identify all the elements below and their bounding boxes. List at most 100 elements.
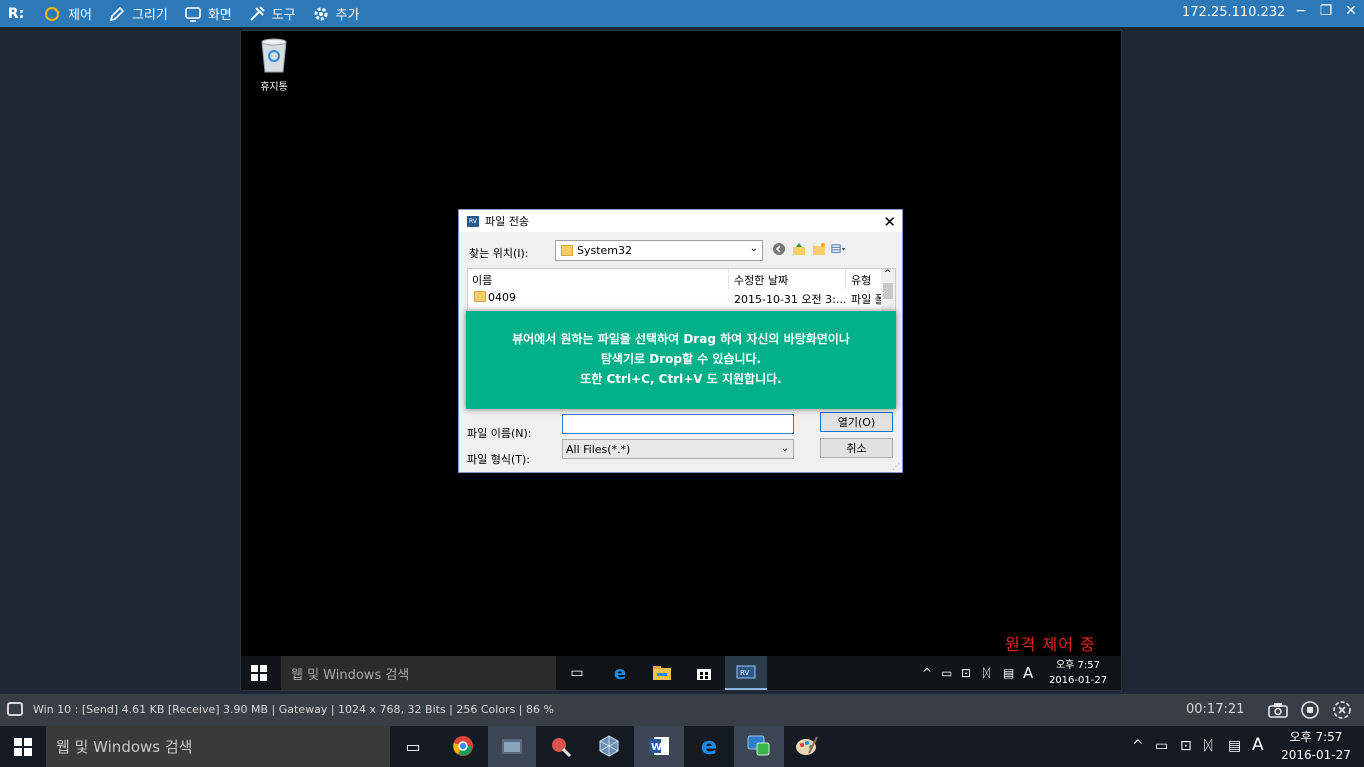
tray-chevron-icon[interactable]: ^: [1132, 738, 1144, 754]
toolbar-control-button[interactable]: 제어: [36, 0, 100, 27]
up-folder-icon[interactable]: [791, 241, 806, 256]
column-modified[interactable]: 수정한 날짜: [734, 272, 788, 288]
file-type-value: All Files(*.*): [566, 442, 631, 456]
sort-up-icon: ^: [592, 268, 600, 275]
look-in-select[interactable]: System32 ⌄: [555, 240, 763, 261]
local-taskbar: 웹 및 Windows 검색 ▭ W e ^ ▭ ⊡ ᛞ ▤ A 오후 7:57…: [0, 726, 1364, 767]
input-language[interactable]: A: [1023, 664, 1033, 682]
recycle-bin-label: 휴지통: [260, 82, 288, 93]
app-logo: R:: [7, 5, 25, 22]
paint-tool-icon[interactable]: [548, 733, 574, 759]
cancel-button[interactable]: 취소: [820, 438, 893, 458]
toolbar-more-button[interactable]: 추가: [304, 0, 368, 27]
view-menu-icon[interactable]: [831, 241, 846, 256]
toolbar-tools-button[interactable]: 도구: [240, 0, 304, 27]
toolbar-draw-button[interactable]: 그리기: [100, 0, 176, 27]
record-icon[interactable]: [1299, 699, 1321, 721]
gear-icon: [312, 5, 330, 23]
column-name[interactable]: 이름: [472, 272, 492, 288]
notification-icon[interactable]: ▤: [1228, 738, 1241, 754]
network-icon[interactable]: ⊡: [1180, 738, 1192, 754]
edge-icon[interactable]: e: [609, 662, 631, 684]
session-timer: 00:17:21: [1186, 702, 1245, 717]
volume-muted-icon[interactable]: ᛞ: [1204, 738, 1212, 754]
chrome-icon[interactable]: [450, 733, 476, 759]
file-name: 0409: [488, 291, 516, 304]
remote-start-button[interactable]: [251, 665, 267, 681]
chevron-down-icon: ⌄: [780, 443, 789, 454]
nav-toolbar: [771, 241, 846, 256]
tooltip-line: 또한 Ctrl+C, Ctrl+V 도 지원합니다.: [580, 372, 782, 386]
clock-date: 2016-01-27: [1048, 675, 1108, 686]
disconnect-icon[interactable]: [1331, 699, 1353, 721]
file-name-input[interactable]: [562, 414, 794, 434]
minimize-button[interactable]: −: [1291, 3, 1311, 19]
pen-icon: [108, 5, 126, 23]
word-icon[interactable]: W: [646, 733, 672, 759]
file-type: 파일 폴: [851, 293, 885, 306]
drag-drop-tooltip: 뷰어에서 원하는 파일을 선택하여 Drag 하여 자신의 바탕화면이나 탐색기…: [466, 311, 896, 409]
recycle-bin-icon: [259, 36, 289, 74]
look-in-label: 찾는 위치(I):: [469, 247, 529, 260]
remote-control-status: 원격 제어 중: [1005, 635, 1096, 654]
svg-text:RV: RV: [740, 669, 749, 677]
dialog-title: 파일 전송: [485, 215, 529, 228]
windows-icon: [251, 665, 267, 681]
chevron-down-icon: ⌄: [749, 243, 758, 254]
file-explorer-icon[interactable]: [651, 662, 673, 684]
notification-icon[interactable]: ▤: [1003, 666, 1014, 680]
tray-chevron-icon[interactable]: ^: [922, 666, 932, 680]
open-button[interactable]: 열기(O): [820, 412, 893, 432]
file-name-label: 파일 이름(N):: [467, 427, 532, 440]
control-icon: [44, 5, 62, 23]
restore-button[interactable]: ❐: [1316, 3, 1336, 19]
tooltip-line: 탐색기로 Drop할 수 있습니다.: [600, 352, 762, 366]
dialog-close-icon[interactable]: ✕: [883, 213, 896, 231]
search-placeholder: 웹 및 Windows 검색: [56, 738, 193, 756]
monitor-icon: [184, 5, 202, 23]
viewer-toolbar: R: 제어 그리기 화면 도구 추가 172.25.110.232 − ❐ ✕: [0, 0, 1364, 27]
battery-icon[interactable]: ▭: [941, 666, 952, 680]
list-item[interactable]: 0409 2015-10-31 오전 3:... 파일 폴: [468, 290, 895, 306]
dialog-titlebar[interactable]: RV 파일 전송: [459, 210, 902, 232]
column-separator: [845, 269, 846, 289]
virtualbox-icon[interactable]: [596, 733, 622, 759]
desktop-recycle-bin[interactable]: 휴지통: [254, 36, 294, 93]
network-icon[interactable]: ⊡: [961, 666, 971, 680]
scroll-up-icon[interactable]: ^: [884, 269, 892, 279]
search-box[interactable]: 웹 및 Windows 검색: [46, 726, 390, 767]
file-manager-icon[interactable]: [499, 733, 525, 759]
store-icon[interactable]: [693, 662, 715, 684]
task-view-icon[interactable]: ▭: [400, 733, 426, 759]
column-type[interactable]: 유형: [851, 272, 871, 288]
local-clock[interactable]: 오후 7:57 2016-01-27: [1276, 728, 1356, 764]
paint-palette-icon[interactable]: [794, 733, 820, 759]
back-icon[interactable]: [771, 241, 786, 256]
svg-text:W: W: [651, 742, 662, 753]
close-button[interactable]: ✕: [1341, 3, 1361, 19]
rv-taskbar-icon[interactable]: RV: [735, 662, 757, 684]
clock-time: 오후 7:57: [1289, 730, 1343, 744]
remote-ip: 172.25.110.232: [1182, 5, 1286, 20]
folder-icon: [561, 245, 573, 256]
edge-icon[interactable]: e: [696, 732, 722, 760]
input-language[interactable]: A: [1252, 735, 1264, 755]
windows-icon: [14, 738, 32, 756]
remote-search-box[interactable]: 웹 및 Windows 검색: [281, 656, 556, 690]
file-type-select[interactable]: All Files(*.*) ⌄: [562, 439, 794, 459]
remote-clock[interactable]: 오후 7:57 2016-01-27: [1044, 658, 1112, 688]
battery-icon[interactable]: ▭: [1155, 738, 1168, 754]
volume-muted-icon[interactable]: ᛞ: [983, 666, 990, 680]
file-modified: 2015-10-31 오전 3:...: [734, 293, 847, 306]
camera-icon[interactable]: [1267, 699, 1289, 721]
new-folder-icon[interactable]: [811, 241, 826, 256]
remote-viewer-icon[interactable]: [746, 733, 772, 759]
start-button[interactable]: [14, 738, 32, 756]
toolbar-screen-button[interactable]: 화면: [176, 0, 240, 27]
resize-grip-icon[interactable]: ⋰: [892, 462, 900, 471]
clock-time: 오후 7:57: [1055, 660, 1101, 671]
viewer-statusbar: Win 10 : [Send] 4.61 KB [Receive] 3.90 M…: [0, 694, 1364, 726]
task-view-icon[interactable]: ▭: [566, 662, 588, 684]
scroll-thumb[interactable]: [883, 283, 893, 299]
search-placeholder: 웹 및 Windows 검색: [291, 667, 410, 683]
